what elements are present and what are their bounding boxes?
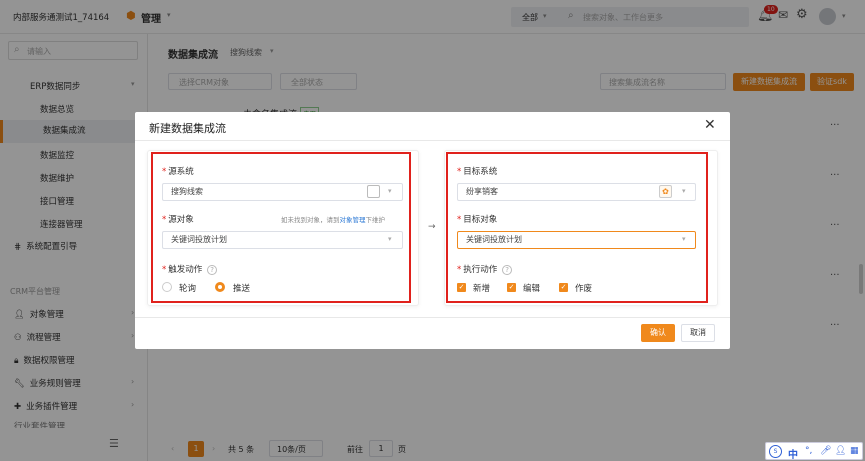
source-object-label: * 源对象 (162, 215, 194, 225)
checkbox-invalidate-label[interactable]: 作废 (575, 282, 592, 294)
checkbox-invalidate[interactable]: ✓ (559, 283, 568, 292)
source-object-value: 关键词投放计划 (171, 235, 227, 244)
execute-action-label: * 执行动作? (457, 263, 512, 275)
checkbox-edit-label[interactable]: 编辑 (523, 282, 540, 294)
divider (135, 317, 730, 318)
checkbox-edit[interactable]: ✓ (507, 283, 516, 292)
punctuation-icon[interactable]: °, (805, 446, 812, 456)
trigger-label: * 触发动作? (162, 263, 217, 275)
object-mgmt-link[interactable]: 对象管理 (340, 216, 366, 224)
radio-push-label[interactable]: 推送 (233, 282, 250, 294)
ime-language[interactable]: 中 (788, 446, 798, 461)
target-object-select[interactable]: 关键词投放计划 (457, 231, 696, 249)
divider (135, 140, 730, 141)
ime-logo-icon: S (769, 445, 782, 458)
radio-push[interactable] (215, 282, 225, 292)
source-system-logo (367, 185, 380, 198)
help-icon[interactable]: ? (502, 265, 512, 275)
radio-polling[interactable] (162, 282, 172, 292)
help-icon[interactable]: ? (207, 265, 217, 275)
user-icon[interactable]: 👤︎ (835, 446, 846, 456)
fxiaoke-logo-icon: ✿ (659, 185, 672, 198)
chevron-down-icon: ▾ (682, 187, 686, 195)
checkbox-create-label[interactable]: 新增 (473, 282, 490, 294)
target-object-value: 关键词投放计划 (466, 235, 522, 244)
chevron-down-icon: ▾ (682, 235, 686, 243)
grid-icon[interactable]: ▦ (850, 446, 859, 456)
new-flow-dialog: 新建数据集成流 ✕ * 源系统 搜狗线索 ▾ * 源对象 如未找到对象，请到对象管理… (135, 112, 730, 349)
checkbox-create[interactable]: ✓ (457, 283, 466, 292)
close-icon[interactable]: ✕ (704, 117, 716, 133)
source-system-label: * 源系统 (162, 167, 194, 177)
flow-arrow-icon: → (428, 222, 436, 232)
chevron-down-icon: ▾ (388, 187, 392, 195)
target-object-label: * 目标对象 (457, 215, 498, 225)
chevron-down-icon: ▾ (388, 235, 392, 243)
target-system-value: 纷享销客 (466, 187, 498, 196)
source-object-hint: 如未找到对象，请到对象管理下维护 (281, 216, 385, 224)
confirm-button[interactable]: 确认 (641, 324, 675, 342)
source-system-value: 搜狗线索 (171, 187, 203, 196)
cancel-button[interactable]: 取消 (681, 324, 715, 342)
target-system-label: * 目标系统 (457, 167, 498, 177)
source-object-select[interactable]: 关键词投放计划 (162, 231, 403, 249)
dialog-title: 新建数据集成流 (149, 122, 226, 135)
radio-polling-label[interactable]: 轮询 (179, 282, 196, 294)
ime-toolbar[interactable]: S 中 °, 🎤︎ 👤︎ ▦ (765, 442, 863, 461)
microphone-icon[interactable]: 🎤︎ (820, 446, 831, 456)
